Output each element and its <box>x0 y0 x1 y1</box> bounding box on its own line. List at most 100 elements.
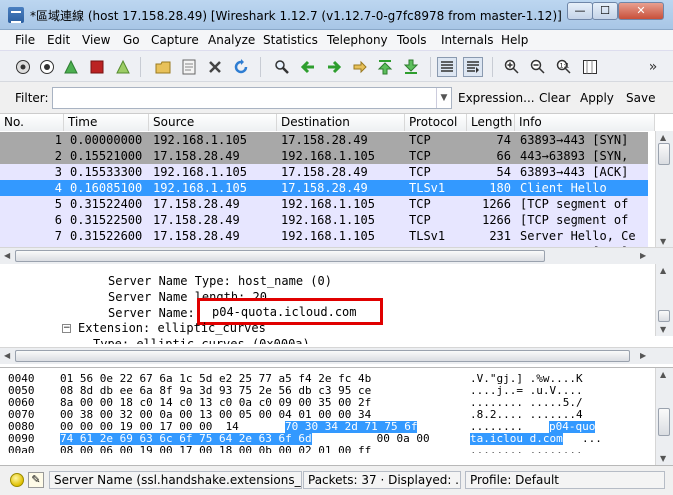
start-capture-icon[interactable] <box>61 57 81 77</box>
packet-cell-time: 0.15521000 <box>70 149 143 163</box>
capture-comment-icon[interactable]: ✎ <box>28 472 44 488</box>
detail-server-name-type[interactable]: Server Name Type: host_name (0) <box>108 273 332 289</box>
column-no[interactable]: No. <box>0 114 64 131</box>
display-filter-input[interactable] <box>52 87 452 109</box>
packet-cell-info: 63893→443 [ACK] <box>520 165 629 179</box>
packet-row[interactable]: 4 0.16085100 192.168.1.105 17.158.28.49 TLSv… <box>0 180 648 196</box>
hex-vertical-scrollbar[interactable]: ▲ ▼ <box>655 368 673 465</box>
column-destination[interactable]: Destination <box>277 114 405 131</box>
packet-cell-dst: 17.158.28.49 <box>281 133 368 147</box>
menu-analyze[interactable]: Analyze <box>208 33 255 47</box>
packet-cell-time: 0.31522400 <box>70 197 143 211</box>
filter-bar: Filter: ▼ Expression... Clear Apply Save <box>0 82 673 114</box>
menu-go[interactable]: Go <box>123 33 140 47</box>
maximize-button[interactable]: ☐ <box>592 2 618 20</box>
clear-button[interactable]: Clear <box>539 91 570 105</box>
hex-offset: 00a0 <box>8 445 35 453</box>
interface-list-icon[interactable] <box>13 57 33 77</box>
menu-view[interactable]: View <box>82 33 110 47</box>
resize-columns-icon[interactable] <box>580 57 600 77</box>
stop-capture-icon[interactable] <box>87 57 107 77</box>
autoscroll-icon[interactable] <box>463 57 483 77</box>
packet-row[interactable]: 5 0.31522400 17.158.28.49 192.168.1.105 TCP 1… <box>0 196 648 212</box>
packet-cell-proto: TCP <box>409 133 431 147</box>
zoom-in-icon[interactable] <box>502 57 522 77</box>
packet-cell-len: 1266 <box>482 213 511 227</box>
packet-cell-len: 66 <box>496 149 511 163</box>
minimize-button[interactable]: — <box>567 2 593 20</box>
packet-row[interactable]: 3 0.15533300 192.168.1.105 17.158.28.49 TCP 5… <box>0 164 648 180</box>
packet-cell-len: 231 <box>489 229 511 243</box>
status-packets: Packets: 37 · Displayed: ... <box>303 471 461 489</box>
detail-extension-elliptic-curves[interactable]: Extension: elliptic_curves <box>78 320 266 336</box>
close-button[interactable]: ✕ <box>618 2 664 20</box>
packet-row[interactable]: 2 0.15521000 17.158.28.49 192.168.1.105 TCP 6… <box>0 148 648 164</box>
packet-cell-no: 4 <box>54 181 62 195</box>
go-first-icon[interactable] <box>375 57 395 77</box>
go-last-icon[interactable] <box>401 57 421 77</box>
filter-label: Filter: <box>15 91 49 105</box>
packet-cell-proto: TCP <box>409 149 431 163</box>
menu-statistics[interactable]: Statistics <box>263 33 318 47</box>
packet-list-vertical-scrollbar[interactable]: ▲ ▼ <box>655 131 673 248</box>
save-file-icon[interactable] <box>179 57 199 77</box>
detail-elliptic-curves-type[interactable]: Type: elliptic_curves (0x000a) <box>93 336 310 344</box>
close-file-icon[interactable] <box>205 57 225 77</box>
packet-cell-len: 180 <box>489 181 511 195</box>
hex-row[interactable]: 00a0 08 00 06 00 19 00 17 00 18 00 0b 00… <box>0 445 660 453</box>
colorize-icon[interactable] <box>437 57 457 77</box>
details-horizontal-scrollbar[interactable]: ◀ ▶ <box>0 347 673 364</box>
open-file-icon[interactable] <box>153 57 173 77</box>
menu-help[interactable]: Help <box>501 33 528 47</box>
restart-capture-icon[interactable] <box>113 57 133 77</box>
packet-cell-info: Client Hello <box>520 181 607 195</box>
menu-telephony[interactable]: Telephony <box>327 33 388 47</box>
menu-internals[interactable]: Internals <box>441 33 494 47</box>
find-packet-icon[interactable] <box>272 57 292 77</box>
filter-dropdown-icon[interactable]: ▼ <box>436 88 451 108</box>
save-button[interactable]: Save <box>626 91 655 105</box>
normal-size-icon[interactable]: 1:1 <box>554 57 574 77</box>
packet-cell-src: 17.158.28.49 <box>153 149 240 163</box>
packet-cell-no: 3 <box>54 165 62 179</box>
menu-tools[interactable]: Tools <box>397 33 427 47</box>
packet-cell-src: 17.158.28.49 <box>153 229 240 243</box>
expression-button[interactable]: Expression... <box>458 91 535 105</box>
menu-capture[interactable]: Capture <box>151 33 199 47</box>
packet-cell-info: 63893→443 [SYN] <box>520 133 629 147</box>
details-vertical-scrollbar[interactable]: ▲ ▼ <box>655 264 673 336</box>
packet-cell-src: 192.168.1.105 <box>153 181 247 195</box>
status-profile[interactable]: Profile: Default <box>465 471 665 489</box>
collapse-icon[interactable]: − <box>62 324 71 333</box>
packet-cell-time: 0.16085100 <box>70 181 143 195</box>
menu-file[interactable]: File <box>15 33 35 47</box>
go-back-icon[interactable] <box>298 57 318 77</box>
column-time[interactable]: Time <box>64 114 149 131</box>
main-toolbar: 1:1 » <box>0 51 673 82</box>
packet-cell-src: 192.168.1.105 <box>153 165 247 179</box>
apply-button[interactable]: Apply <box>580 91 614 105</box>
column-length[interactable]: Length <box>467 114 515 131</box>
column-source[interactable]: Source <box>149 114 277 131</box>
column-info[interactable]: Info <box>515 114 655 131</box>
status-field-info: Server Name (ssl.handshake.extensions_s.… <box>49 471 302 489</box>
menu-edit[interactable]: Edit <box>47 33 70 47</box>
packet-row[interactable]: 7 0.31522600 17.158.28.49 192.168.1.105 TLSv… <box>0 228 648 244</box>
column-protocol[interactable]: Protocol <box>405 114 467 131</box>
packet-row[interactable]: 6 0.31522500 17.158.28.49 192.168.1.105 TCP 1… <box>0 212 648 228</box>
go-forward-icon[interactable] <box>324 57 344 77</box>
svg-text:1:1: 1:1 <box>560 63 570 70</box>
zoom-out-icon[interactable] <box>528 57 548 77</box>
go-to-packet-icon[interactable] <box>350 57 370 77</box>
more-icon[interactable]: » <box>643 57 663 77</box>
packet-list-horizontal-scrollbar[interactable]: ◀ ▶ <box>0 247 673 264</box>
packet-cell-dst: 192.168.1.105 <box>281 149 375 163</box>
packet-details: Server Name Type: host_name (0) Server N… <box>0 264 673 368</box>
packet-row[interactable]: 1 0.00000000 192.168.1.105 17.158.28.49 TCP 7… <box>0 132 648 148</box>
expert-info-icon[interactable] <box>10 473 24 487</box>
reload-icon[interactable] <box>231 57 251 77</box>
packet-cell-len: 54 <box>496 165 511 179</box>
capture-options-icon[interactable] <box>37 57 57 77</box>
packet-cell-dst: 17.158.28.49 <box>281 181 368 195</box>
packet-cell-time: 0.31522500 <box>70 213 143 227</box>
